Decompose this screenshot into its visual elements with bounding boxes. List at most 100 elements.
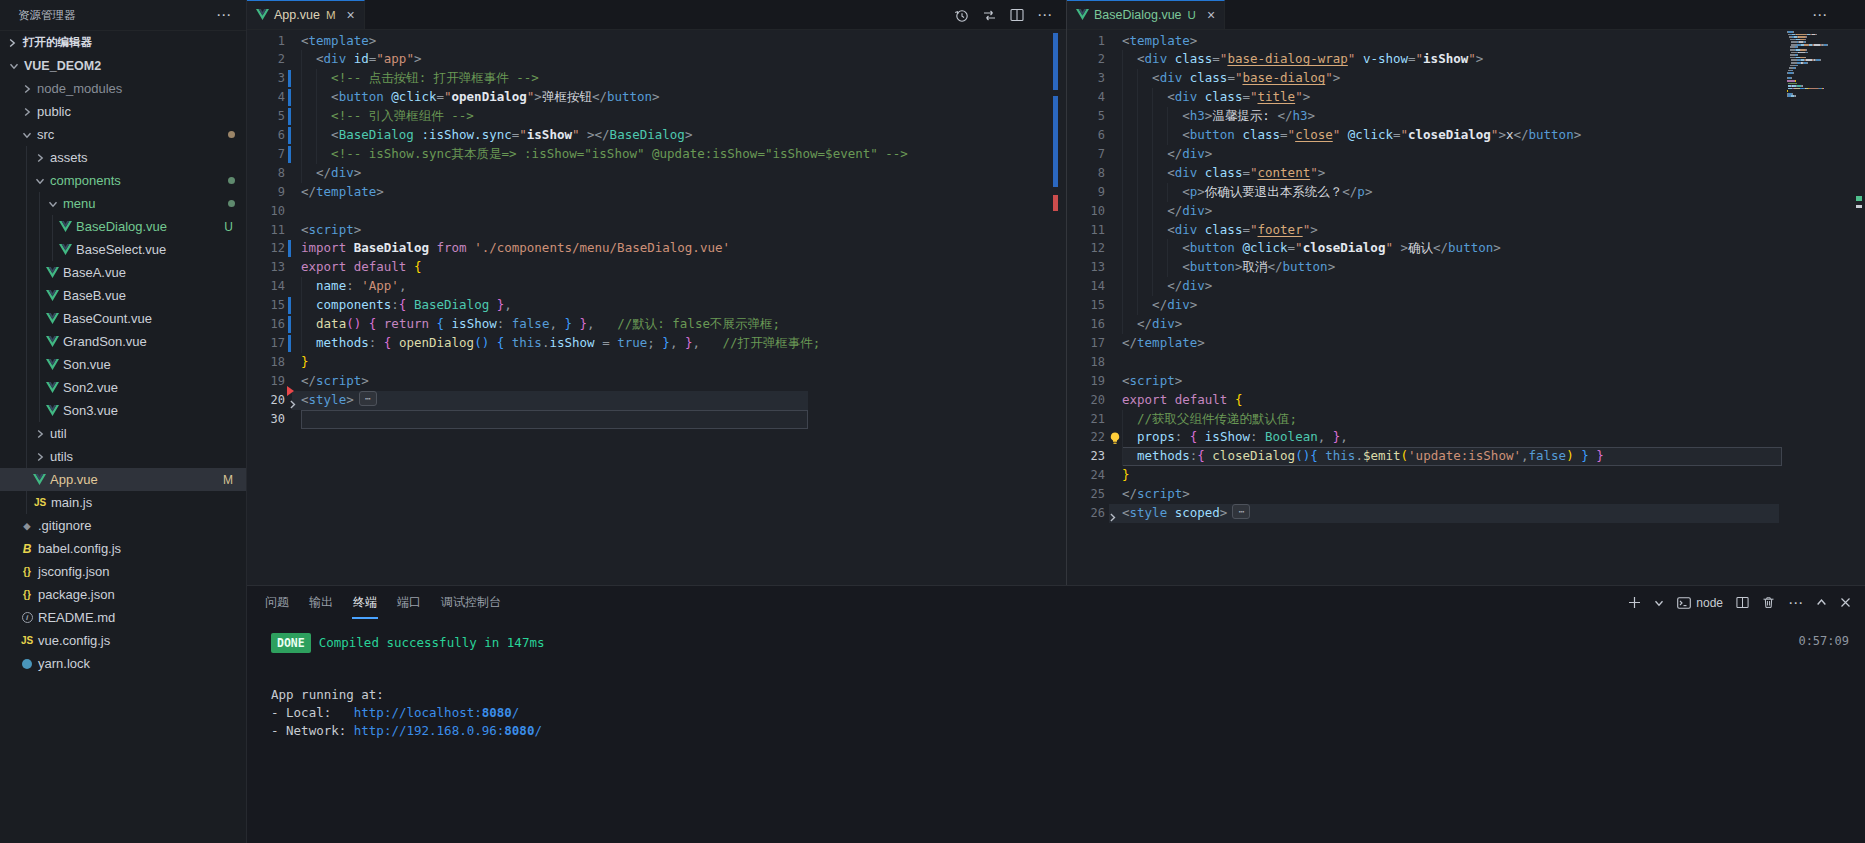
close-icon[interactable]: × — [346, 10, 354, 20]
maximize-panel-icon[interactable] — [1816, 597, 1827, 608]
code-line-14[interactable]: 14 </div> — [1067, 277, 1865, 296]
code-line-16[interactable]: 16 data() { return { isShow: false, } },… — [247, 315, 1066, 334]
code-line-30[interactable]: 30 — [247, 410, 1066, 429]
code-line-2[interactable]: 2 <div class="base-dialog-wrap" v-show="… — [1067, 50, 1865, 69]
code-editor-basedialog-vue[interactable]: 1<template>2 <div class="base-dialog-wra… — [1067, 30, 1865, 585]
code-line-19[interactable]: 19</script> — [247, 372, 1066, 391]
code-line-22[interactable]: 22 props: { isShow: Boolean, }, — [1067, 428, 1865, 447]
code-line-9[interactable]: 9 <p>你确认要退出本系统么？</p> — [1067, 183, 1865, 202]
chevron-down-icon — [33, 176, 46, 186]
code-line-19[interactable]: 19<script> — [1067, 372, 1865, 391]
tree-item-util[interactable]: util — [0, 422, 246, 445]
code-line-4[interactable]: 4 <button @click="openDialog">弹框按钮</butt… — [247, 88, 1066, 107]
sidebar-explorer: 资源管理器 ⋯ 打开的编辑器 VUE_DEOM2node_modulespubl… — [0, 0, 247, 843]
tree-item-basea-vue[interactable]: BaseA.vue — [0, 261, 246, 284]
close-panel-icon[interactable] — [1840, 597, 1851, 608]
tab-basedialog-vue[interactable]: BaseDialog.vue U × — [1067, 0, 1225, 29]
code-line-10[interactable]: 10 — [247, 202, 1066, 221]
tree-item-menu[interactable]: menu — [0, 192, 246, 215]
tree-item-components[interactable]: components — [0, 169, 246, 192]
code-line-15[interactable]: 15 components:{ BaseDialog }, — [247, 296, 1066, 315]
tree-item-utils[interactable]: utils — [0, 445, 246, 468]
open-changes-icon[interactable] — [982, 8, 997, 23]
code-line-12[interactable]: 12 <button @click="closeDialog" >确认</but… — [1067, 239, 1865, 258]
code-line-6[interactable]: 6 <BaseDialog :isShow.sync="isShow" ></B… — [247, 126, 1066, 145]
code-line-9[interactable]: 9</template> — [247, 183, 1066, 202]
tree-item-son-vue[interactable]: Son.vue — [0, 353, 246, 376]
code-line-14[interactable]: 14 name: 'App', — [247, 277, 1066, 296]
history-icon[interactable] — [954, 8, 969, 23]
open-editors-section[interactable]: 打开的编辑器 — [0, 30, 246, 54]
tree-item-yarn-lock[interactable]: yarn.lock — [0, 652, 246, 675]
code-line-18[interactable]: 18} — [247, 353, 1066, 372]
local-url[interactable]: http://localhost:8080/ — [354, 705, 520, 720]
tree-item-package-json[interactable]: {}package.json — [0, 583, 246, 606]
tree-item-baseb-vue[interactable]: BaseB.vue — [0, 284, 246, 307]
tree-item-public[interactable]: public — [0, 100, 246, 123]
tree-item-basedialog-vue[interactable]: BaseDialog.vueU — [0, 215, 246, 238]
code-line-5[interactable]: 5 <h3>温馨提示: </h3> — [1067, 107, 1865, 126]
tree-item-son3-vue[interactable]: Son3.vue — [0, 399, 246, 422]
code-editor-app-vue[interactable]: 1<template>2 <div id="app">3 <!-- 点击按钮: … — [247, 30, 1066, 585]
tree-item-vue-deom2[interactable]: VUE_DEOM2 — [0, 54, 246, 77]
tree-item-baseselect-vue[interactable]: BaseSelect.vue — [0, 238, 246, 261]
tree-item-babel-config-js[interactable]: Bbabel.config.js — [0, 537, 246, 560]
tree-item--gitignore[interactable]: ◆.gitignore — [0, 514, 246, 537]
tree-item-jsconfig-json[interactable]: {}jsconfig.json — [0, 560, 246, 583]
code-line-20[interactable]: 20export default { — [1067, 391, 1865, 410]
kill-terminal-icon[interactable] — [1762, 596, 1775, 609]
code-line-3[interactable]: 3 <!-- 点击按钮: 打开弹框事件 --> — [247, 69, 1066, 88]
code-line-2[interactable]: 2 <div id="app"> — [247, 50, 1066, 69]
code-line-23[interactable]: 23 methods:{ closeDialog(){ this.$emit('… — [1067, 447, 1865, 466]
more-actions-icon[interactable]: ⋯ — [1037, 6, 1052, 24]
tree-item-readme-md[interactable]: iREADME.md — [0, 606, 246, 629]
fold-chevron-icon[interactable] — [1108, 508, 1117, 526]
code-line-1[interactable]: 1<template> — [247, 32, 1066, 51]
tree-item-grandson-vue[interactable]: GrandSon.vue — [0, 330, 246, 353]
tree-item-vue-config-js[interactable]: JSvue.config.js — [0, 629, 246, 652]
code-line-26[interactable]: 26<style scoped>⋯ — [1067, 504, 1865, 523]
code-line-11[interactable]: 11<script> — [247, 221, 1066, 240]
tree-item-main-js[interactable]: JSmain.js — [0, 491, 246, 514]
explorer-more-icon[interactable]: ⋯ — [216, 10, 232, 20]
tree-item-assets[interactable]: assets — [0, 146, 246, 169]
code-line-6[interactable]: 6 <button class="close" @click="closeDia… — [1067, 126, 1865, 145]
close-icon[interactable]: × — [1207, 10, 1215, 20]
more-actions-icon[interactable]: ⋯ — [1812, 6, 1827, 24]
code-line-12[interactable]: 12import BaseDialog from './components/m… — [247, 239, 1066, 258]
code-line-20[interactable]: 20<style>⋯ — [247, 391, 1066, 410]
tab-app-vue[interactable]: App.vue M × — [247, 0, 365, 29]
code-line-15[interactable]: 15 </div> — [1067, 296, 1865, 315]
code-line-5[interactable]: 5 <!-- 引入弹框组件 --> — [247, 107, 1066, 126]
code-line-18[interactable]: 18 — [1067, 353, 1865, 372]
code-line-10[interactable]: 10 </div> — [1067, 202, 1865, 221]
tree-item-app-vue[interactable]: App.vueM — [0, 468, 246, 491]
code-line-25[interactable]: 25</script> — [1067, 485, 1865, 504]
code-line-7[interactable]: 7 <!-- isShow.sync其本质是=> :isShow="isShow… — [247, 145, 1066, 164]
code-line-1[interactable]: 1<template> — [1067, 32, 1865, 51]
terminal-output[interactable]: DONE Compiled successfully in 147ms App … — [271, 586, 1745, 694]
split-editor-icon[interactable] — [1010, 8, 1024, 22]
code-line-17[interactable]: 17</template> — [1067, 334, 1865, 353]
code-line-24[interactable]: 24} — [1067, 466, 1865, 485]
code-line-21[interactable]: 21 //获取父组件传递的默认值; — [1067, 410, 1865, 429]
code-line-16[interactable]: 16 </div> — [1067, 315, 1865, 334]
tree-item-node-modules[interactable]: node_modules — [0, 77, 246, 100]
code-line-4[interactable]: 4 <div class="title"> — [1067, 88, 1865, 107]
code-line-17[interactable]: 17 methods: { openDialog() { this.isShow… — [247, 334, 1066, 353]
tree-item-src[interactable]: src — [0, 123, 246, 146]
network-url[interactable]: http://192.168.0.96:8080/ — [354, 723, 542, 738]
code-line-8[interactable]: 8 </div> — [247, 164, 1066, 183]
more-actions-icon[interactable]: ⋯ — [1788, 594, 1803, 612]
minimap[interactable] — [1787, 31, 1861, 98]
folded-code-icon[interactable]: ⋯ — [1232, 504, 1250, 519]
code-line-3[interactable]: 3 <div class="base-dialog"> — [1067, 69, 1865, 88]
folded-code-icon[interactable]: ⋯ — [359, 391, 377, 406]
code-line-13[interactable]: 13export default { — [247, 258, 1066, 277]
code-line-7[interactable]: 7 </div> — [1067, 145, 1865, 164]
tree-item-basecount-vue[interactable]: BaseCount.vue — [0, 307, 246, 330]
tree-item-son2-vue[interactable]: Son2.vue — [0, 376, 246, 399]
code-line-11[interactable]: 11 <div class="footer"> — [1067, 221, 1865, 240]
code-line-8[interactable]: 8 <div class="content"> — [1067, 164, 1865, 183]
code-line-13[interactable]: 13 <button>取消</button> — [1067, 258, 1865, 277]
